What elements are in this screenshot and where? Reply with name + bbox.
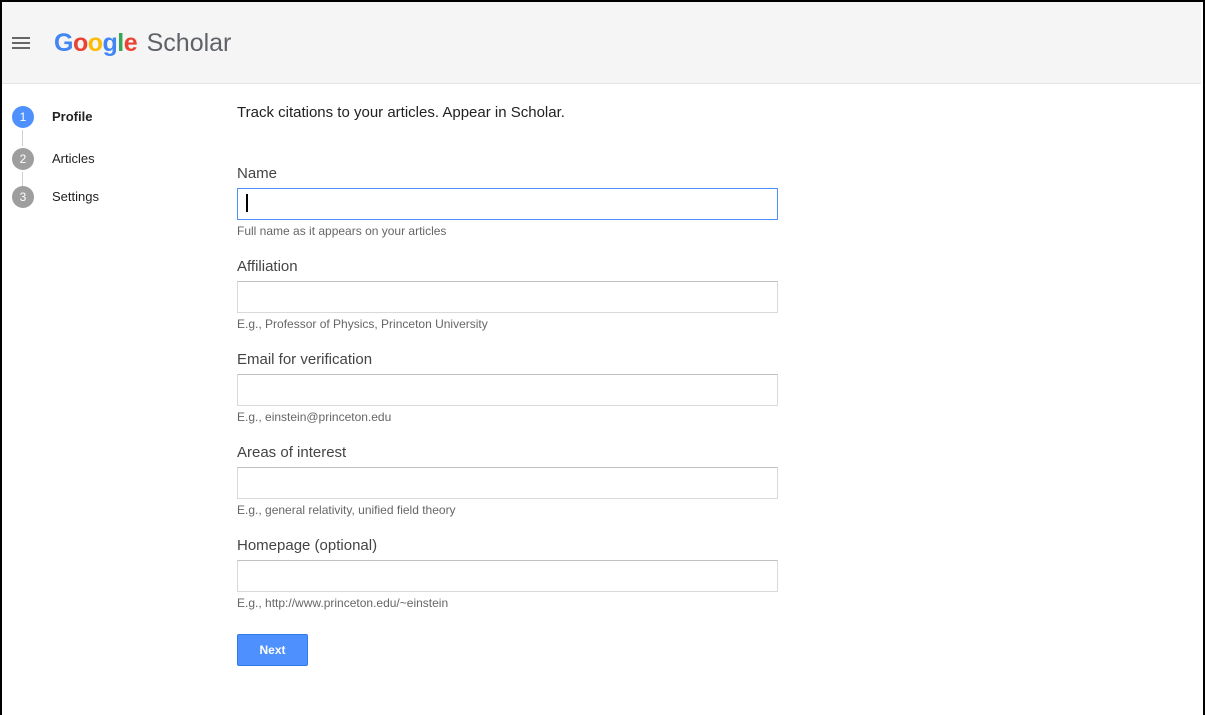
step-number-badge: 2 xyxy=(12,148,34,170)
text-caret xyxy=(246,194,248,212)
email-input[interactable] xyxy=(237,374,778,406)
hamburger-menu-icon[interactable] xyxy=(12,36,30,50)
step-connector xyxy=(22,130,23,146)
logo-letter: g xyxy=(102,29,118,57)
email-hint: E.g., einstein@princeton.edu xyxy=(237,410,392,424)
scholar-wordmark: Scholar xyxy=(146,29,232,57)
name-input[interactable] xyxy=(237,188,778,220)
name-hint: Full name as it appears on your articles xyxy=(237,224,447,238)
name-label: Name xyxy=(237,165,278,182)
step-number-badge: 1 xyxy=(12,106,34,128)
interests-label: Areas of interest xyxy=(237,444,347,461)
step-label: Profile xyxy=(52,109,93,124)
logo-letter: o xyxy=(72,29,88,57)
step-label: Articles xyxy=(52,151,95,166)
logo-letter: e xyxy=(123,29,138,57)
logo-letter: G xyxy=(54,29,73,57)
homepage-input[interactable] xyxy=(237,560,778,592)
email-label: Email for verification xyxy=(237,351,373,368)
step-label: Settings xyxy=(52,189,99,204)
homepage-label: Homepage (optional) xyxy=(237,537,378,554)
interests-input[interactable] xyxy=(237,467,778,499)
window-frame xyxy=(0,0,1205,715)
next-button[interactable]: Next xyxy=(237,634,308,666)
affiliation-hint: E.g., Professor of Physics, Princeton Un… xyxy=(237,317,488,331)
name-field-wrapper xyxy=(237,188,778,220)
interests-hint: E.g., general relativity, unified field … xyxy=(237,503,456,517)
affiliation-input[interactable] xyxy=(237,281,778,313)
page-tagline: Track citations to your articles. Appear… xyxy=(237,104,565,121)
google-scholar-logo[interactable]: Google Scholar xyxy=(54,28,231,58)
step-number-badge: 3 xyxy=(12,186,34,208)
google-wordmark: Google xyxy=(54,29,144,57)
homepage-hint: E.g., http://www.princeton.edu/~einstein xyxy=(237,596,449,610)
top-bar: Google Scholar xyxy=(2,2,1201,84)
affiliation-label: Affiliation xyxy=(237,258,298,275)
logo-letter: o xyxy=(87,29,103,57)
